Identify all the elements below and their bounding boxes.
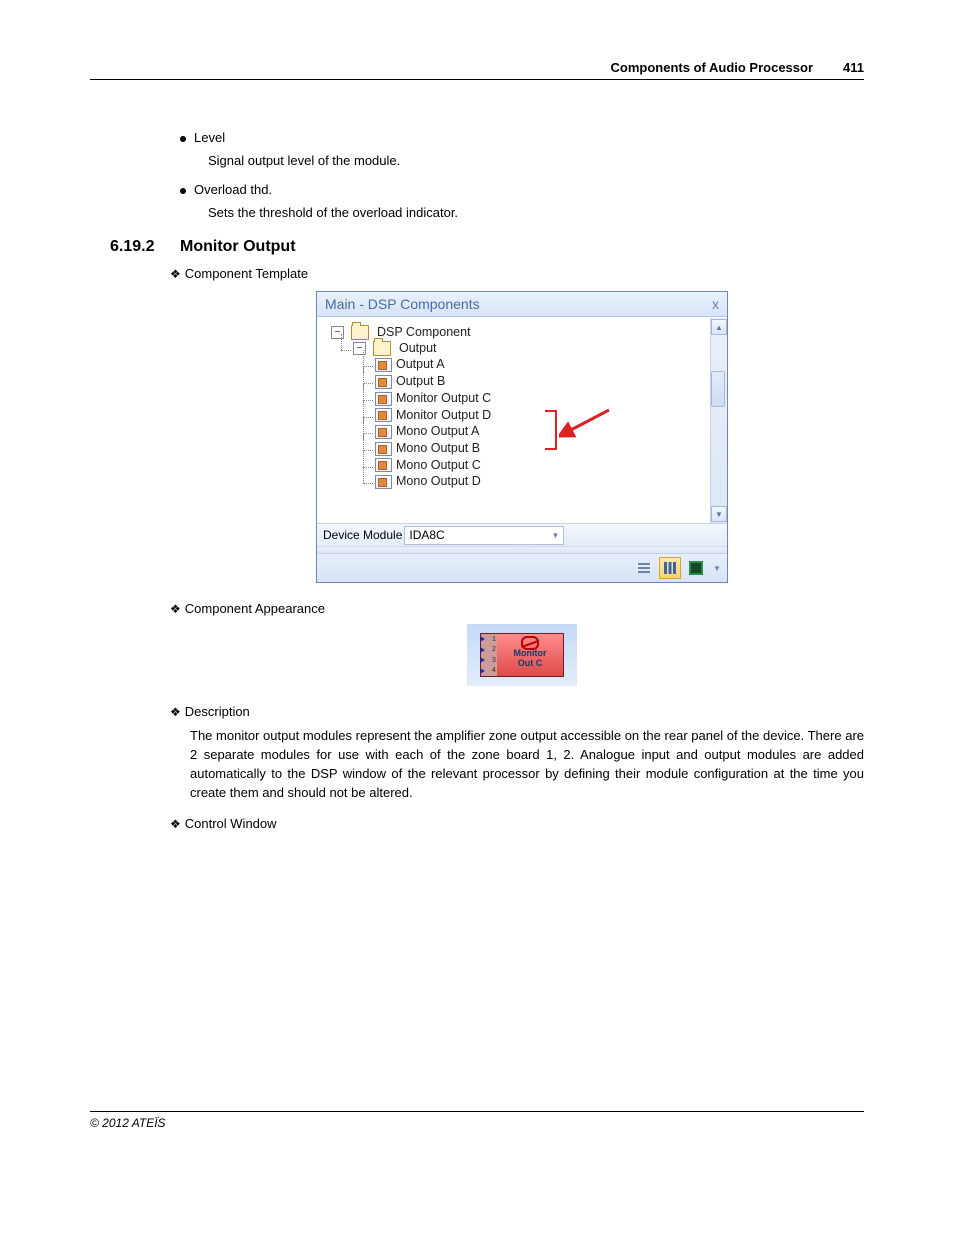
tree-view[interactable]: − DSP Component − Output Ou <box>317 318 710 523</box>
component-icon <box>375 425 392 439</box>
view-grid-button[interactable] <box>685 557 707 579</box>
tree-item[interactable]: Mono Output D <box>396 474 481 488</box>
close-icon[interactable]: x <box>712 296 719 312</box>
collapse-icon[interactable]: − <box>353 342 366 355</box>
tree-item[interactable]: Mono Output A <box>396 424 479 438</box>
page-header: Components of Audio Processor 411 <box>90 60 864 80</box>
scroll-up-icon[interactable]: ▲ <box>711 319 727 335</box>
list-icon <box>637 561 651 575</box>
bullet-description: Signal output level of the module. <box>208 153 864 168</box>
resize-grip[interactable]: ····· <box>317 546 727 553</box>
subheading-control: ❖ Control Window <box>170 816 864 831</box>
section-heading: 6.19.2 Monitor Output <box>110 238 864 256</box>
device-module-label: Device Module <box>323 528 402 542</box>
folder-icon <box>351 325 369 340</box>
bullet-icon <box>180 136 186 142</box>
device-module-row: Device Module IDA8C ▼ <box>317 523 727 546</box>
component-icon <box>375 475 392 489</box>
chevron-down-icon: ▼ <box>713 564 721 573</box>
subheading-template: ❖ Component Template <box>170 266 864 281</box>
component-icon <box>375 442 392 456</box>
tree-group[interactable]: Output <box>399 341 437 355</box>
tree-item[interactable]: Output A <box>396 357 445 371</box>
diamond-icon: ❖ <box>170 817 181 831</box>
tree-item[interactable]: Monitor Output D <box>396 408 491 422</box>
section-number: 6.19.2 <box>110 238 180 256</box>
bullet-label: Level <box>194 130 225 145</box>
panel-titlebar: Main - DSP Components x <box>317 292 727 317</box>
subheading-description: ❖ Description <box>170 704 864 719</box>
description-paragraph: The monitor output modules represent the… <box>190 727 864 802</box>
section-title: Monitor Output <box>180 238 296 256</box>
chevron-down-icon: ▼ <box>551 531 559 540</box>
scroll-down-icon[interactable]: ▼ <box>711 506 727 522</box>
device-module-select[interactable]: IDA8C ▼ <box>404 526 564 545</box>
bullet-label: Overload thd. <box>194 182 272 197</box>
grid-icon <box>689 561 703 575</box>
port-column <box>481 634 491 676</box>
subheading-label: Control Window <box>185 816 277 831</box>
input-port-icon <box>480 647 485 653</box>
component-icon <box>375 392 392 406</box>
component-icon <box>375 358 392 372</box>
input-port-icon <box>480 668 485 674</box>
folder-icon <box>373 341 391 356</box>
columns-icon <box>663 561 677 575</box>
device-module-value: IDA8C <box>409 528 444 542</box>
tree-item[interactable]: Monitor Output C <box>396 391 491 405</box>
bullet-list: Level Signal output level of the module.… <box>180 130 864 220</box>
input-port-icon <box>480 636 485 642</box>
panel-title: Main - DSP Components <box>325 296 480 312</box>
component-icon <box>375 408 392 422</box>
component-body: Monitor Out C <box>497 634 563 676</box>
component-icon <box>375 375 392 389</box>
subheading-label: Component Template <box>185 266 308 281</box>
component-label-line2: Out C <box>518 659 543 669</box>
scroll-thumb[interactable] <box>711 371 725 407</box>
page-number: 411 <box>843 60 864 75</box>
input-port-icon <box>480 657 485 663</box>
bullet-description: Sets the threshold of the overload indic… <box>208 205 864 220</box>
subheading-label: Component Appearance <box>185 601 325 616</box>
component-icon <box>375 458 392 472</box>
toolbar-dropdown[interactable]: ▼ <box>711 557 723 579</box>
view-columns-button[interactable] <box>659 557 681 579</box>
subheading-appearance: ❖ Component Appearance <box>170 601 864 616</box>
tree-item[interactable]: Output B <box>396 374 445 388</box>
scrollbar[interactable]: ▲ ▼ <box>710 318 727 523</box>
component-appearance-figure: 1 2 3 4 Monitor Out C <box>467 624 577 686</box>
tree-item[interactable]: Mono Output B <box>396 441 480 455</box>
copyright: © 2012 ATEÏS <box>90 1116 166 1130</box>
subheading-label: Description <box>185 704 250 719</box>
dsp-components-panel: Main - DSP Components x − DSP Component <box>316 291 728 583</box>
collapse-icon[interactable]: − <box>331 326 344 339</box>
no-entry-icon <box>521 636 539 650</box>
diamond-icon: ❖ <box>170 602 181 616</box>
diamond-icon: ❖ <box>170 267 181 281</box>
tree-root[interactable]: DSP Component <box>377 325 471 339</box>
panel-toolbar: ▼ <box>317 553 727 582</box>
bullet-icon <box>180 188 186 194</box>
tree-item[interactable]: Mono Output C <box>396 458 481 472</box>
page-footer: © 2012 ATEÏS <box>90 1111 864 1130</box>
monitor-output-block: 1 2 3 4 Monitor Out C <box>480 633 564 677</box>
header-title: Components of Audio Processor <box>611 60 813 75</box>
view-list-button[interactable] <box>633 557 655 579</box>
diamond-icon: ❖ <box>170 705 181 719</box>
